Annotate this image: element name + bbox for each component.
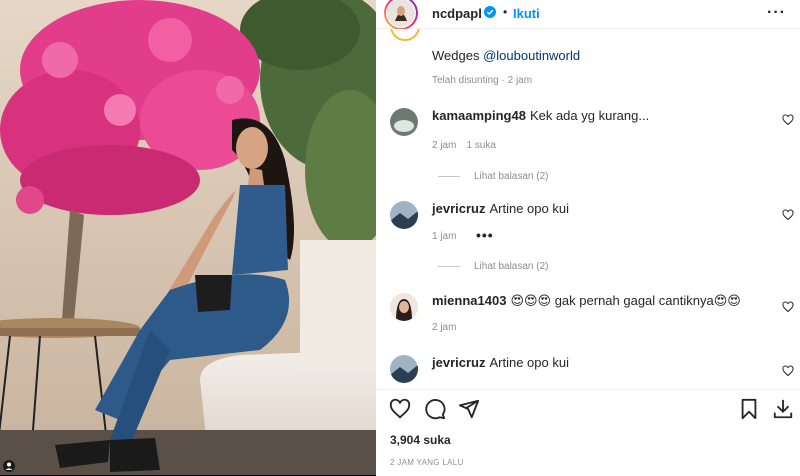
comment-text: jevricruz Artine opo kui bbox=[432, 201, 569, 216]
comment-body: Artine opo kui bbox=[489, 355, 569, 370]
comment-time: 1 jam bbox=[432, 231, 457, 242]
post-action-bar: 3,904 suka 2 JAM YANG LALU bbox=[376, 389, 800, 476]
author-avatar[interactable] bbox=[384, 0, 418, 30]
heart-icon[interactable] bbox=[782, 114, 794, 126]
commenter-username[interactable]: kamaamping48 bbox=[432, 108, 526, 123]
comment-icon[interactable] bbox=[424, 398, 446, 420]
caption-text: Wedges bbox=[432, 48, 484, 63]
heart-icon[interactable] bbox=[782, 365, 794, 377]
comment-time: 2 jam bbox=[432, 322, 457, 333]
commenter-avatar[interactable] bbox=[390, 355, 418, 383]
photo-illustration bbox=[0, 0, 376, 475]
comment-body: Kek ada yg kurang... bbox=[529, 108, 650, 123]
comment-meta: 1 jam bbox=[432, 231, 466, 242]
comment-body: 😍😍😍 gak pernah gagal cantiknya😍😍 bbox=[510, 293, 741, 308]
comment-more-icon[interactable]: ••• bbox=[476, 227, 494, 243]
likes-count[interactable]: 3,904 suka bbox=[390, 433, 451, 447]
heart-icon[interactable] bbox=[782, 209, 794, 221]
commenter-username[interactable]: mienna1403 bbox=[432, 293, 506, 308]
view-replies-label: Lihat balasan (2) bbox=[474, 261, 549, 272]
caption-avatar[interactable] bbox=[390, 29, 420, 41]
caption: Wedges @louboutinworld bbox=[432, 48, 580, 63]
view-replies-button[interactable]: Lihat balasan (2) bbox=[438, 261, 549, 272]
comment-body: Artine opo kui bbox=[489, 201, 569, 216]
view-replies-button[interactable]: Lihat balasan (2) bbox=[438, 171, 549, 182]
comment-text: mienna1403 😍😍😍 gak pernah gagal cantiknya… bbox=[432, 293, 741, 309]
comment-text: kamaamping48 Kek ada yg kurang... bbox=[432, 108, 649, 123]
caption-meta: Telah disunting · 2 jam bbox=[432, 75, 533, 86]
post-header: ncdpapl • Ikuti ··· bbox=[376, 0, 800, 30]
author-username[interactable]: ncdpapl bbox=[432, 6, 482, 21]
separator-dot: • bbox=[503, 5, 508, 19]
heart-icon[interactable] bbox=[782, 301, 794, 313]
more-options-icon[interactable]: ··· bbox=[767, 5, 786, 21]
view-replies-label: Lihat balasan (2) bbox=[474, 171, 549, 182]
commenter-avatar[interactable] bbox=[390, 108, 418, 136]
profile-icon[interactable] bbox=[3, 460, 15, 472]
commenter-avatar[interactable] bbox=[390, 201, 418, 229]
follow-button[interactable]: Ikuti bbox=[513, 6, 540, 21]
comment-likes[interactable]: 1 suka bbox=[466, 140, 495, 151]
post-side-panel: ncdpapl • Ikuti ··· Wedges @louboutinwor… bbox=[376, 0, 800, 476]
post-photo[interactable] bbox=[0, 0, 376, 475]
comment-meta: 2 jam 1 suka bbox=[432, 140, 506, 151]
commenter-username[interactable]: jevricruz bbox=[432, 201, 485, 216]
commenter-avatar[interactable] bbox=[390, 293, 418, 321]
commenter-username[interactable]: jevricruz bbox=[432, 355, 485, 370]
bookmark-icon[interactable] bbox=[738, 398, 760, 420]
download-icon[interactable] bbox=[772, 398, 794, 420]
comment-meta: 2 jam bbox=[432, 322, 466, 333]
caption-mention-link[interactable]: @louboutinworld bbox=[483, 48, 580, 63]
comment-time: 2 jam bbox=[432, 140, 457, 151]
share-icon[interactable] bbox=[458, 398, 480, 420]
comment-text: jevricruz Artine opo kui bbox=[432, 355, 569, 370]
heart-icon[interactable] bbox=[389, 398, 411, 420]
post-time-ago: 2 JAM YANG LALU bbox=[390, 458, 464, 467]
verified-badge-icon bbox=[484, 6, 496, 18]
comments-list[interactable]: Wedges @louboutinworld Telah disunting ·… bbox=[376, 29, 800, 389]
